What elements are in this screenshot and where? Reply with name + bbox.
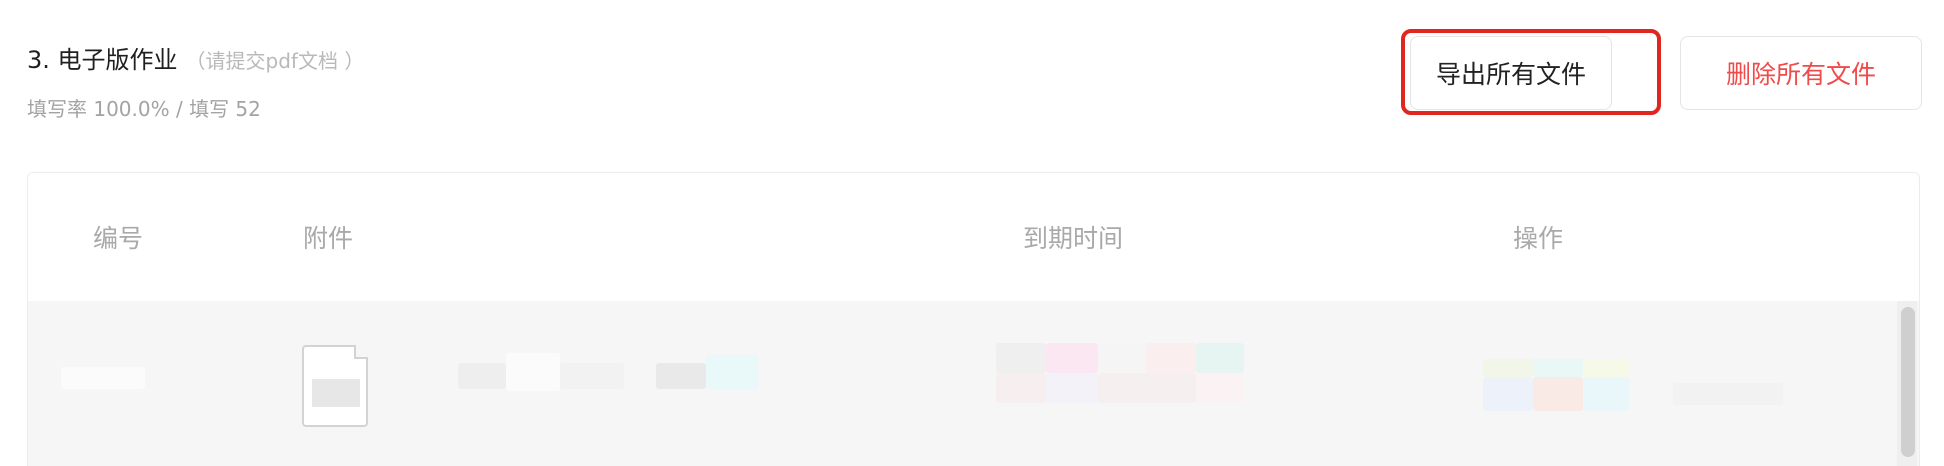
redacted-due-time (1098, 373, 1196, 403)
delete-all-files-button[interactable]: 删除所有文件 (1680, 36, 1922, 110)
redacted-filename-part (506, 353, 560, 391)
redacted-action[interactable] (1533, 377, 1583, 411)
section-header: 3. 电子版作业 （请提交pdf文档 ） 填写率 100.0% / 填写 52 (27, 40, 364, 122)
redacted-due-time (1046, 343, 1098, 373)
section-title-row: 3. 电子版作业 （请提交pdf文档 ） (27, 40, 364, 75)
redacted-due-time (996, 343, 1046, 373)
redacted-action (1583, 359, 1629, 377)
redacted-filename-part (458, 363, 506, 389)
redacted-action[interactable] (1483, 377, 1533, 411)
redacted-number (61, 367, 145, 389)
redacted-action[interactable] (1673, 383, 1783, 405)
redacted-filename-part (560, 363, 624, 389)
redacted-due-time (1196, 373, 1244, 403)
scrollbar-thumb[interactable] (1901, 307, 1915, 457)
redacted-action (1533, 359, 1583, 377)
fill-rate-stats: 填写率 100.0% / 填写 52 (27, 97, 261, 121)
redacted-due-time (1146, 343, 1196, 373)
column-header-due-time: 到期时间 (1023, 224, 1124, 253)
section-title: 3. 电子版作业 (27, 46, 178, 74)
column-header-actions: 操作 (1513, 224, 1564, 253)
section-hint: （请提交pdf文档 ） (185, 49, 365, 73)
column-header-attachment: 附件 (303, 224, 354, 253)
column-header-number: 编号 (93, 224, 144, 253)
redacted-action (1483, 359, 1533, 377)
redacted-due-time (1196, 343, 1244, 373)
file-icon[interactable] (302, 345, 368, 427)
submissions-table: 编号 附件 到期时间 操作 (27, 172, 1920, 466)
redacted-filename-part (706, 355, 758, 389)
redacted-action[interactable] (1583, 377, 1629, 411)
redacted-due-time (1098, 343, 1146, 373)
export-all-files-button[interactable]: 导出所有文件 (1410, 36, 1612, 110)
table-row (28, 301, 1919, 466)
redacted-filename-part (656, 363, 706, 389)
homework-section: 3. 电子版作业 （请提交pdf文档 ） 填写率 100.0% / 填写 52 … (0, 0, 1944, 466)
redacted-due-time (1046, 373, 1098, 403)
table-header: 编号 附件 到期时间 操作 (28, 173, 1919, 302)
vertical-scrollbar[interactable] (1897, 301, 1917, 466)
redacted-due-time (996, 373, 1046, 403)
